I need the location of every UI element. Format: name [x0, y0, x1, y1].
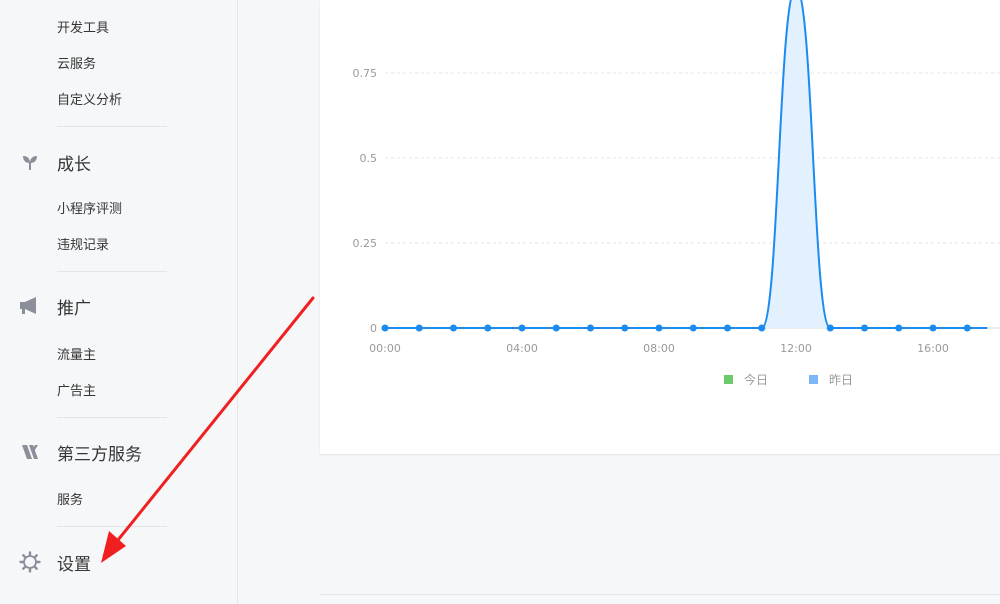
sidebar-divider — [57, 526, 167, 527]
main-content: 0 0.25 0.5 0.75 00:00 04:00 08:00 12:00 16:00 今… — [238, 0, 1000, 604]
data-point — [655, 324, 663, 332]
grid-layer — [385, 72, 1000, 329]
y-tick-label: 0.75 — [353, 67, 378, 80]
data-point — [758, 324, 766, 332]
legend-swatch — [724, 375, 733, 384]
line-layer — [385, 0, 988, 329]
x-tick-label: 04:00 — [506, 342, 538, 355]
sidebar-item-traffic-owner[interactable]: 流量主 — [57, 348, 96, 364]
legend-label: 今日 — [744, 372, 768, 387]
data-point — [963, 324, 971, 332]
y-tick-label: 0.5 — [360, 152, 378, 165]
y-tick-label: 0 — [370, 322, 377, 335]
sidebar-item-cloud-service[interactable]: 云服务 — [57, 57, 96, 73]
series-line-yesterday — [385, 0, 988, 329]
data-point — [929, 324, 937, 332]
sidebar-section-label: 成长 — [57, 154, 91, 175]
sidebar-divider — [57, 417, 167, 418]
data-point — [484, 324, 492, 332]
sidebar-section-label: 推广 — [57, 298, 91, 319]
x-tick-label: 08:00 — [643, 342, 675, 355]
sidebar: 开发工具 云服务 自定义分析 成长 小程序评测 违规记录 推广 流量主 广告主 — [0, 0, 238, 604]
gear-icon — [18, 550, 42, 574]
sidebar-section-promotion[interactable]: 推广 — [18, 294, 91, 319]
footer-divider — [320, 594, 1000, 595]
x-tick-label: 12:00 — [780, 342, 812, 355]
sprout-icon — [18, 150, 42, 174]
sidebar-section-third-party[interactable]: 第三方服务 — [18, 440, 142, 465]
data-point — [518, 324, 526, 332]
data-point — [724, 324, 731, 332]
y-tick-label: 0.25 — [353, 237, 378, 250]
sidebar-item-dev-tools[interactable]: 开发工具 — [57, 21, 109, 37]
sidebar-item-advertiser[interactable]: 广告主 — [57, 384, 96, 400]
third-party-icon — [18, 440, 42, 464]
data-point — [689, 324, 697, 332]
x-tick-label: 16:00 — [917, 342, 949, 355]
data-point — [861, 324, 868, 332]
sidebar-divider — [57, 271, 167, 272]
data-point — [450, 324, 457, 332]
data-point — [587, 324, 594, 332]
data-point — [381, 324, 389, 332]
legend: 今日 昨日 — [724, 372, 853, 387]
legend-swatch — [809, 375, 818, 384]
sidebar-item-evaluation[interactable]: 小程序评测 — [57, 202, 122, 218]
data-point — [826, 324, 834, 332]
data-point — [552, 324, 560, 332]
series-area-yesterday — [385, 0, 988, 328]
sidebar-item-custom-analysis[interactable]: 自定义分析 — [57, 93, 122, 109]
sidebar-section-settings[interactable]: 设置 — [18, 550, 91, 575]
area-layer — [385, 0, 988, 328]
data-point — [621, 324, 629, 332]
sidebar-section-growth[interactable]: 成长 — [18, 150, 91, 175]
legend-label: 昨日 — [829, 373, 853, 387]
x-tick-label: 00:00 — [369, 342, 401, 355]
data-point — [895, 324, 903, 332]
x-axis: 00:00 04:00 08:00 12:00 16:00 — [369, 342, 949, 355]
sidebar-item-violations[interactable]: 违规记录 — [57, 238, 109, 254]
data-point — [415, 324, 423, 332]
y-axis: 0 0.25 0.5 0.75 — [353, 67, 378, 335]
sidebar-section-label: 设置 — [57, 554, 91, 575]
sidebar-item-service[interactable]: 服务 — [57, 493, 83, 509]
megaphone-icon — [18, 294, 42, 318]
sidebar-section-label: 第三方服务 — [57, 444, 142, 465]
sidebar-divider — [57, 126, 167, 127]
chart-card: 0 0.25 0.5 0.75 00:00 04:00 08:00 12:00 16:00 今… — [320, 0, 1000, 454]
trend-chart: 0 0.25 0.5 0.75 00:00 04:00 08:00 12:00 16:00 今… — [353, 0, 1000, 387]
